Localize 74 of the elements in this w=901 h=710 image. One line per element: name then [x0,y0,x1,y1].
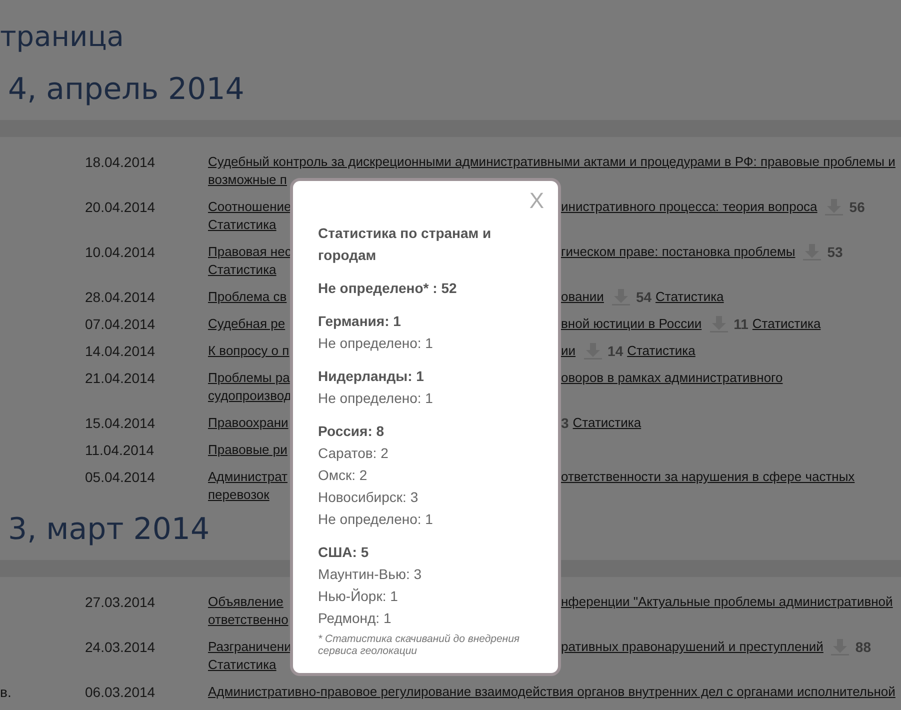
article-link[interactable]: Объявление [208,594,284,609]
city-count: Нью-Йорк: 1 [318,587,399,606]
country-total: Германия: 1 [318,312,402,331]
article-link[interactable]: Проблема св [208,289,287,304]
article-link[interactable]: ответственности за нарушения в сфере частных [561,468,855,486]
article-link[interactable]: Статистика [208,262,276,277]
footnote: * Статистика скачиваний до внедрения сервиса геолокации [318,633,521,657]
article-link[interactable]: ии [561,342,576,360]
date: 10.04.2014 [85,243,156,262]
article-link[interactable]: овании [561,288,604,306]
section-heading: 4, апрель 2014 [8,72,244,108]
dialog-title: Статистика по странам и городам [318,224,492,265]
country-total: США: 5 [318,543,370,562]
article-link[interactable]: Разграничени [208,639,292,654]
article-link[interactable]: Правоохрани [208,415,288,430]
date: 28.04.2014 [85,288,156,306]
article-link[interactable]: Статистика [627,342,696,360]
article-link[interactable]: ративных правонарушений и преступлений [561,638,824,656]
article-link[interactable]: Администрат [208,469,288,484]
city-count: Новосибирск: 3 [318,488,420,507]
date: 18.04.2014 [85,153,156,172]
date: 06.03.2014 [85,683,156,701]
article-link[interactable]: Статистика [208,657,276,672]
article-link[interactable]: ответственно [208,612,288,627]
article-link[interactable]: Правовые ри [208,442,288,457]
country-total: Нидерланды: 1 [318,367,425,386]
article-link[interactable]: Правовая нес [208,244,292,259]
undefined-total: Не определено* : 52 [318,279,458,298]
date: 20.04.2014 [85,198,156,217]
side-text: в. [0,683,12,701]
download-count: 54 [636,288,652,306]
city-count: Не определено: 1 [318,510,434,529]
date: 21.04.2014 [85,369,156,388]
city-count: Редмонд: 1 [318,609,392,628]
city-count: Саратов: 2 [318,444,390,463]
city-count: Маунтин-Вью: 3 [318,565,423,584]
city-count: Не определено: 1 [318,389,434,408]
article-link[interactable]: Статистика [656,288,724,306]
article-link[interactable]: Судебная ре [208,316,286,331]
article-link[interactable]: Статистика [752,315,821,333]
article-link[interactable]: вной юстиции в России [561,315,702,333]
date: 07.04.2014 [85,315,156,333]
date: 27.03.2014 [85,593,156,612]
page-title: траница [0,19,124,55]
section-heading: 3, март 2014 [8,512,210,548]
date: 14.04.2014 [85,342,156,360]
date: 15.04.2014 [85,414,156,432]
download-count: 3 [561,414,569,432]
date: 11.04.2014 [85,441,156,459]
download-count: 11 [734,315,748,333]
date: 24.03.2014 [85,638,156,657]
download-count: 56 [849,198,865,216]
article-link[interactable]: Административно-правовое регулирование взаимодействия органов внутренних дел с органами исполнительной [208,684,896,699]
article-link[interactable]: Статистика [208,217,276,232]
download-count: 53 [827,243,843,261]
article-link[interactable]: Соотношение [208,199,292,214]
article-link[interactable]: Проблемы ра [208,370,290,385]
article-link[interactable]: перевозок [208,487,270,502]
article-link[interactable]: нференции "Актуальные проблемы административной [561,593,893,611]
date: 05.04.2014 [85,468,156,487]
article-link[interactable]: Статистика [572,414,642,432]
country-total: Россия: 8 [318,422,386,441]
article-link[interactable]: оворов в рамках административного [561,369,783,387]
article-link[interactable]: судопроизвод [208,388,292,403]
city-count: Омск: 2 [318,466,368,485]
download-count: 14 [608,342,624,360]
city-count: Не определено: 1 [318,334,434,353]
close-button[interactable]: X [529,188,544,214]
article-link[interactable]: К вопросу о п [208,343,290,358]
article-link[interactable]: гическом праве: постановка проблемы [561,243,796,261]
article-link[interactable]: Судебный контроль за дискреционными административными актами и процедурами в РФ: правовые проблемы и [208,154,896,169]
download-count: 88 [855,638,871,656]
article-link[interactable]: возможные п [208,172,287,187]
article-link[interactable]: инистративного процесса: теория вопроса [561,198,818,216]
